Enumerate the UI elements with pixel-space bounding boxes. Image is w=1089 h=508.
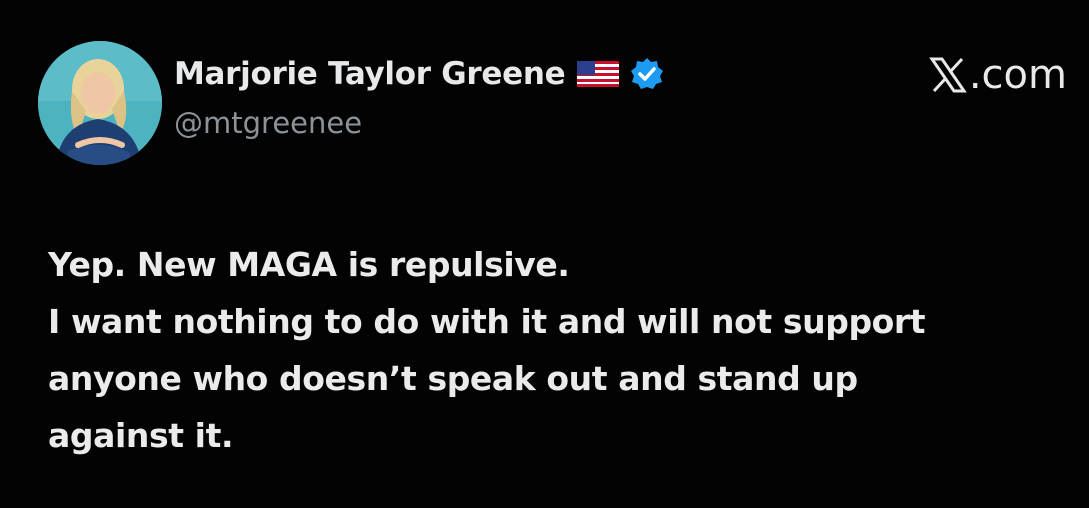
tweet-card: Marjorie Taylor Greene @mtgreenee .com Y… xyxy=(0,0,1089,508)
tweet-text: Yep. New MAGA is repulsive. I want nothi… xyxy=(48,236,1068,464)
author-handle[interactable]: @mtgreenee xyxy=(174,106,665,140)
source-label: .com xyxy=(928,52,1067,98)
x-logo-icon xyxy=(928,55,968,95)
us-flag-icon xyxy=(577,61,620,87)
tweet-line: I want nothing to do with it and will no… xyxy=(48,302,926,341)
verified-badge-icon xyxy=(629,56,665,92)
source-domain-suffix: .com xyxy=(968,52,1067,98)
avatar-image xyxy=(38,41,162,165)
tweet-header: Marjorie Taylor Greene @mtgreenee xyxy=(174,52,665,140)
avatar[interactable] xyxy=(38,41,162,165)
tweet-line: anyone who doesn’t speak out and stand u… xyxy=(48,359,858,398)
tweet-line: against it. xyxy=(48,416,234,455)
author-name[interactable]: Marjorie Taylor Greene xyxy=(174,56,566,92)
tweet-line: Yep. New MAGA is repulsive. xyxy=(48,245,570,284)
name-row: Marjorie Taylor Greene xyxy=(174,52,665,96)
